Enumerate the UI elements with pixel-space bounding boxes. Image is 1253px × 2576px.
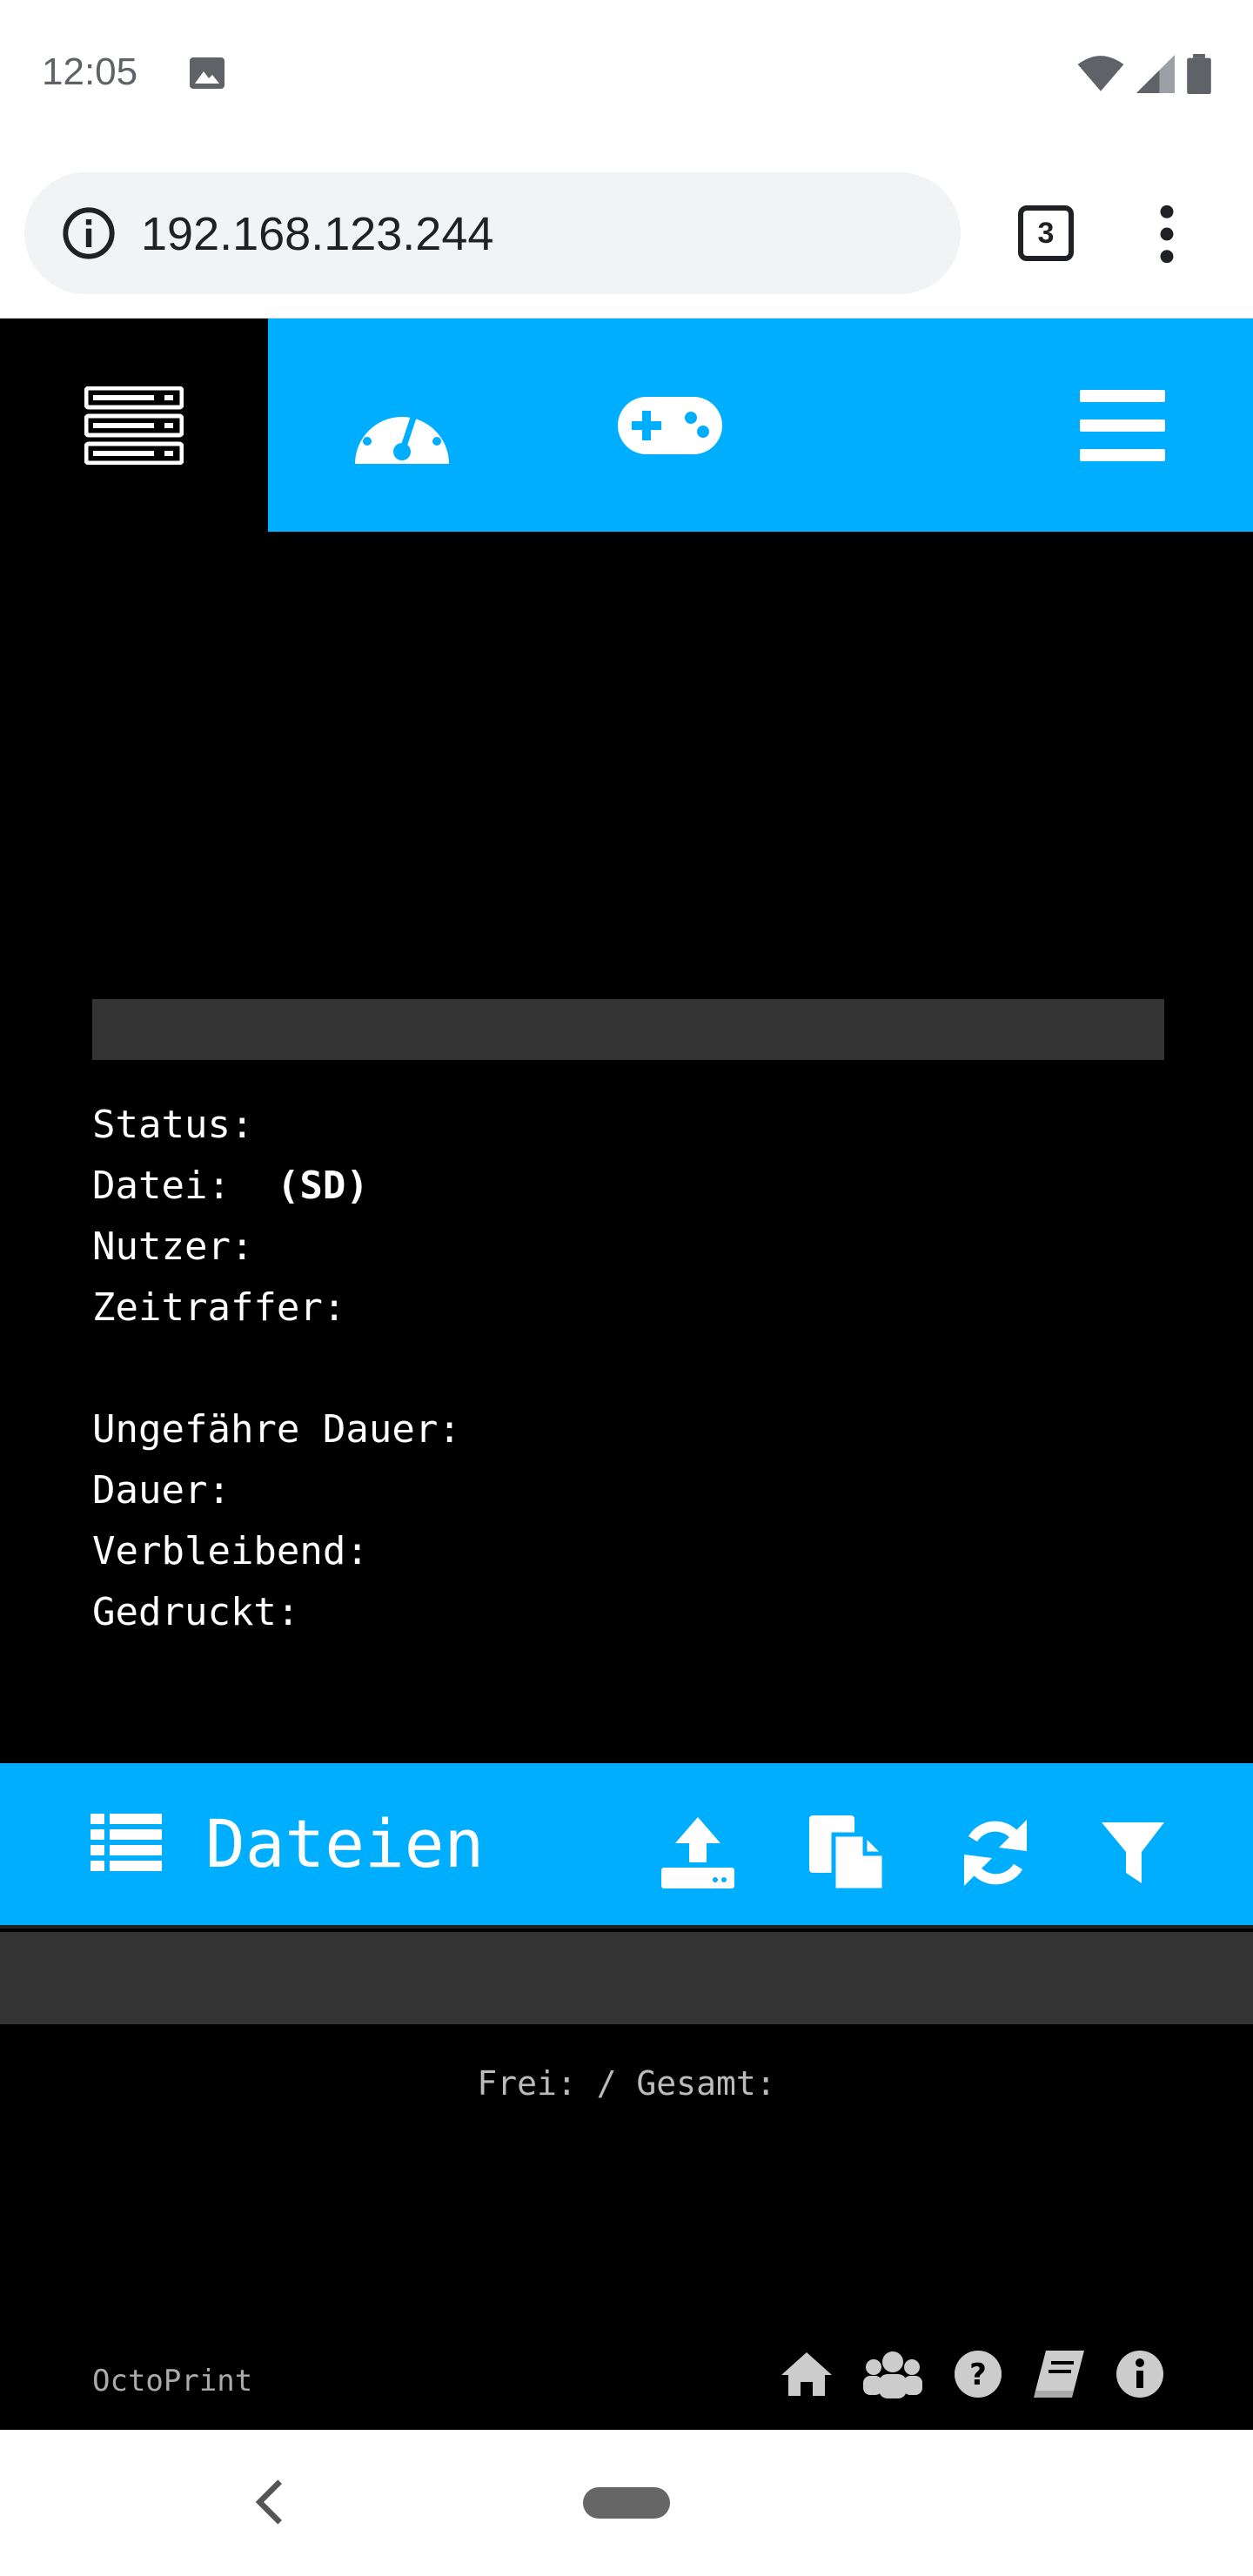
tab-count: 3 bbox=[1037, 216, 1055, 250]
tab-switcher-button[interactable]: 3 bbox=[1018, 205, 1074, 261]
overflow-menu-icon[interactable] bbox=[1145, 204, 1189, 265]
file-label: Datei: bbox=[92, 1164, 231, 1208]
android-status-bar: 12:05 bbox=[0, 0, 1253, 151]
android-nav-bar bbox=[0, 2430, 1253, 2576]
remaining-label: Verbleibend: bbox=[92, 1529, 369, 1573]
wifi-icon bbox=[1077, 56, 1124, 91]
server-icon bbox=[84, 386, 184, 465]
files-title: Dateien bbox=[205, 1805, 485, 1882]
sd-copy-icon[interactable] bbox=[807, 1814, 886, 1892]
file-row: Datei: (SD) bbox=[92, 1156, 461, 1217]
signal-icon bbox=[1136, 55, 1175, 93]
gamepad-icon bbox=[618, 396, 722, 454]
printed-row: Gedruckt: bbox=[92, 1582, 461, 1643]
footer-brand[interactable]: OctoPrint bbox=[92, 2364, 252, 2398]
battery-icon bbox=[1187, 54, 1211, 94]
filter-icon[interactable] bbox=[1102, 1814, 1164, 1892]
hamburger-menu-icon bbox=[1080, 389, 1165, 461]
free-space-info: Frei: / Gesamt: bbox=[477, 2064, 776, 2103]
user-label: Nutzer: bbox=[92, 1224, 254, 1269]
status-row: Status: bbox=[92, 1095, 461, 1156]
file-list bbox=[0, 1932, 1253, 2024]
tab-menu[interactable] bbox=[1027, 319, 1218, 532]
status-time: 12:05 bbox=[42, 50, 138, 93]
image-icon bbox=[190, 57, 224, 89]
timelapse-label: Zeitraffer: bbox=[92, 1285, 346, 1330]
tab-temperature[interactable] bbox=[268, 319, 536, 532]
print-time-label: Dauer: bbox=[92, 1468, 231, 1513]
url-text[interactable]: 192.168.123.244 bbox=[141, 207, 493, 261]
home-icon[interactable] bbox=[781, 2352, 832, 2396]
printed-label: Gedruckt: bbox=[92, 1590, 300, 1634]
print-progress-bar bbox=[92, 999, 1164, 1060]
refresh-icon[interactable] bbox=[961, 1814, 1030, 1892]
back-icon[interactable] bbox=[252, 2472, 287, 2532]
tab-state[interactable] bbox=[0, 319, 268, 532]
info-icon[interactable] bbox=[61, 205, 117, 261]
webcam-stream bbox=[0, 532, 1253, 984]
community-icon[interactable] bbox=[863, 2350, 922, 2398]
approx-time-label: Ungefähre Dauer: bbox=[92, 1407, 461, 1452]
footer-links: ? bbox=[781, 2350, 1164, 2398]
timelapse-row: Zeitraffer: bbox=[92, 1278, 461, 1338]
dashboard-gauge-icon bbox=[355, 398, 449, 464]
status-icons bbox=[1077, 52, 1211, 96]
upload-icon[interactable] bbox=[661, 1814, 734, 1892]
state-panel: Status: Datei: (SD) Nutzer: Zeitraffer: … bbox=[92, 1095, 461, 1643]
remaining-row: Verbleibend: bbox=[92, 1521, 461, 1582]
about-info-icon[interactable] bbox=[1116, 2350, 1164, 2398]
status-label: Status: bbox=[92, 1103, 254, 1147]
docs-book-icon[interactable] bbox=[1034, 2351, 1084, 2398]
help-icon[interactable]: ? bbox=[954, 2350, 1002, 2398]
user-row: Nutzer: bbox=[92, 1217, 461, 1278]
file-origin-badge: (SD) bbox=[276, 1164, 369, 1208]
svg-text:?: ? bbox=[969, 2358, 987, 2392]
browser-toolbar: 192.168.123.244 3 bbox=[0, 151, 1253, 319]
octoprint-top-nav bbox=[0, 319, 1253, 532]
print-time-row: Dauer: bbox=[92, 1460, 461, 1521]
tab-control[interactable] bbox=[536, 319, 804, 532]
home-pill-button[interactable] bbox=[583, 2487, 670, 2519]
list-icon bbox=[90, 1814, 162, 1871]
files-header: Dateien bbox=[0, 1763, 1253, 1929]
approx-time-row: Ungefähre Dauer: bbox=[92, 1399, 461, 1460]
address-bar[interactable]: 192.168.123.244 bbox=[24, 172, 961, 294]
